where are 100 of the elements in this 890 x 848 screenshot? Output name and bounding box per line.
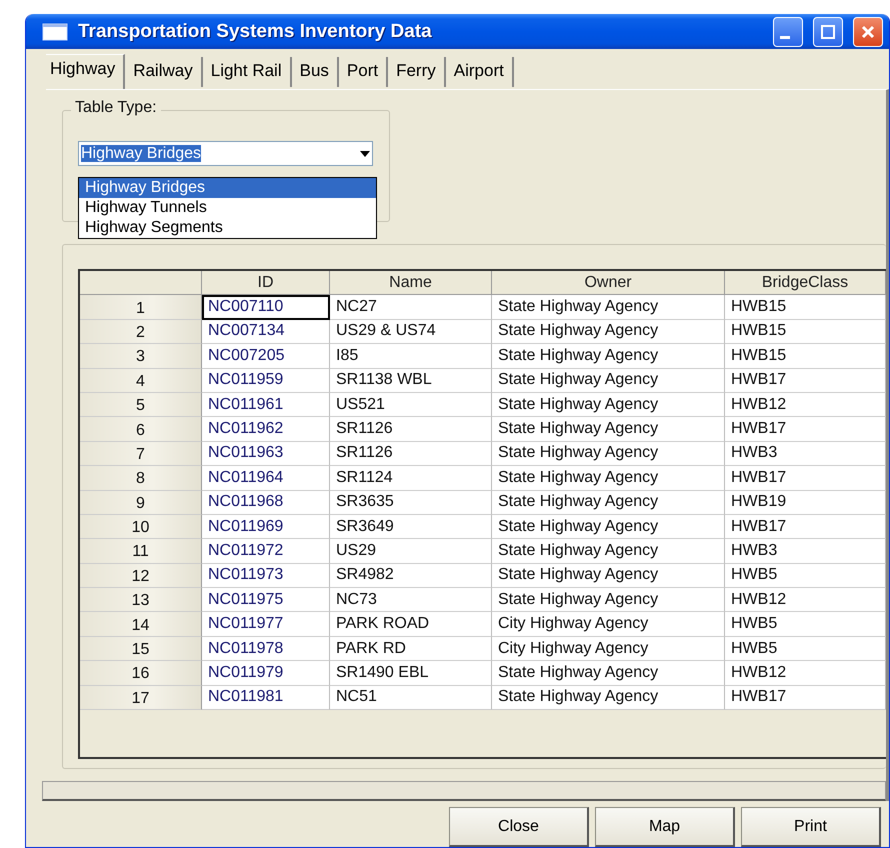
dialog-button[interactable]: Map: [595, 807, 735, 847]
table-cell: NC51: [330, 686, 492, 710]
row-header[interactable]: 3: [80, 344, 202, 369]
table-cell: HWB19: [725, 490, 886, 515]
row-header[interactable]: 4: [80, 368, 202, 393]
tab[interactable]: Highway: [46, 54, 126, 89]
row-header[interactable]: 8: [80, 466, 202, 491]
row-header[interactable]: 13: [80, 588, 202, 612]
table-cell: State Highway Agency: [492, 686, 725, 710]
table-cell: SR3635: [330, 490, 492, 515]
table-cell: PARK RD: [330, 636, 492, 662]
table-cell: State Highway Agency: [492, 368, 725, 393]
table-cell: NC011963: [202, 442, 330, 466]
minimize-button[interactable]: [773, 16, 803, 46]
table-cell: HWB5: [725, 564, 886, 588]
table-cell: State Highway Agency: [492, 490, 725, 515]
table-cell: SR1138 WBL: [330, 368, 492, 393]
table-cell: HWB3: [725, 442, 886, 466]
row-header[interactable]: 1: [80, 295, 202, 320]
table-cell: NC007205: [202, 344, 330, 369]
row-header[interactable]: 15: [80, 636, 202, 662]
table-cell: State Highway Agency: [492, 442, 725, 466]
table-cell: City Highway Agency: [492, 612, 725, 637]
table-cell: State Highway Agency: [492, 588, 725, 612]
maximize-button[interactable]: [813, 16, 843, 46]
table-cell: NC011962: [202, 417, 330, 442]
table-cell: NC007134: [202, 320, 330, 344]
table-cell: NC011973: [202, 564, 330, 588]
table-cell: HWB15: [725, 320, 886, 344]
table-cell: SR3649: [330, 514, 492, 540]
table-cell: NC011969: [202, 514, 330, 540]
table-cell: US29: [330, 539, 492, 564]
table-cell: State Highway Agency: [492, 539, 725, 564]
row-header[interactable]: 17: [80, 686, 202, 710]
table-cell: SR1126: [330, 417, 492, 442]
table-cell: NC011975: [202, 588, 330, 612]
row-header[interactable]: 6: [80, 417, 202, 442]
table-cell: HWB5: [725, 612, 886, 637]
table-cell: HWB17: [725, 514, 886, 540]
table-cell: State Highway Agency: [492, 320, 725, 344]
table-cell: State Highway Agency: [492, 514, 725, 540]
dialog-button[interactable]: Close: [449, 807, 589, 847]
table-cell: NC011968: [202, 490, 330, 515]
table-cell: HWB17: [725, 686, 886, 710]
row-header[interactable]: 9: [80, 490, 202, 515]
table-cell: HWB17: [725, 466, 886, 491]
table-cell: HWB12: [725, 661, 886, 686]
table-cell: SR1126: [330, 442, 492, 466]
row-header[interactable]: 10: [80, 514, 202, 540]
column-header[interactable]: ID: [202, 271, 330, 296]
table-cell: State Highway Agency: [492, 417, 725, 442]
table-cell: State Highway Agency: [492, 661, 725, 686]
table-cell: State Highway Agency: [492, 392, 725, 418]
dropdown-arrow-icon: [360, 150, 370, 156]
window-title: Transportation Systems Inventory Data: [78, 20, 433, 42]
table-cell: NC011964: [202, 466, 330, 491]
row-header[interactable]: 12: [80, 564, 202, 588]
table-cell: I85: [330, 344, 492, 369]
table-cell: State Highway Agency: [492, 344, 725, 369]
table-cell: SR1490 EBL: [330, 661, 492, 686]
table-cell: State Highway Agency: [492, 295, 725, 320]
table-cell: HWB5: [725, 636, 886, 662]
table-cell: State Highway Agency: [492, 466, 725, 491]
row-header[interactable]: 11: [80, 539, 202, 564]
dropdown-option[interactable]: Highway Bridges: [79, 178, 376, 198]
dialog-button[interactable]: Print: [741, 807, 881, 847]
table-cell: NC011959: [202, 368, 330, 393]
table-cell: SR1124: [330, 466, 492, 491]
table-cell: HWB15: [725, 295, 886, 320]
table-cell: SR4982: [330, 564, 492, 588]
row-header[interactable]: 14: [80, 612, 202, 637]
table-type-dropdown[interactable]: Highway Bridges: [78, 141, 373, 166]
maximize-icon: [820, 24, 836, 40]
row-header[interactable]: 5: [80, 392, 202, 418]
table-cell: NC011977: [202, 612, 330, 637]
table-cell: HWB12: [725, 392, 886, 418]
table-cell: HWB17: [725, 417, 886, 442]
table-cell: HWB17: [725, 368, 886, 393]
row-header[interactable]: 7: [80, 442, 202, 466]
row-header[interactable]: 2: [80, 320, 202, 344]
column-header[interactable]: Name: [330, 271, 492, 296]
table-cell: US521: [330, 392, 492, 418]
table-cell: NC011972: [202, 539, 330, 564]
table-cell: NC011979: [202, 661, 330, 686]
table-cell: NC011978: [202, 636, 330, 662]
table-cell: HWB12: [725, 588, 886, 612]
column-header[interactable]: Owner: [492, 271, 725, 296]
window-icon: [42, 22, 68, 40]
table-cell: City Highway Agency: [492, 636, 725, 662]
minimize-icon: [780, 36, 790, 39]
table-cell: HWB15: [725, 344, 886, 369]
close-icon: [860, 24, 876, 40]
column-header[interactable]: BridgeClass: [725, 271, 886, 296]
group-label: Table Type:: [71, 99, 161, 117]
close-window-button[interactable]: [853, 16, 883, 46]
table-cell: NC011981: [202, 686, 330, 710]
table-cell: NC007110: [202, 295, 330, 320]
row-header[interactable]: 16: [80, 661, 202, 686]
table-cell: PARK ROAD: [330, 612, 492, 637]
table-cell: HWB3: [725, 539, 886, 564]
